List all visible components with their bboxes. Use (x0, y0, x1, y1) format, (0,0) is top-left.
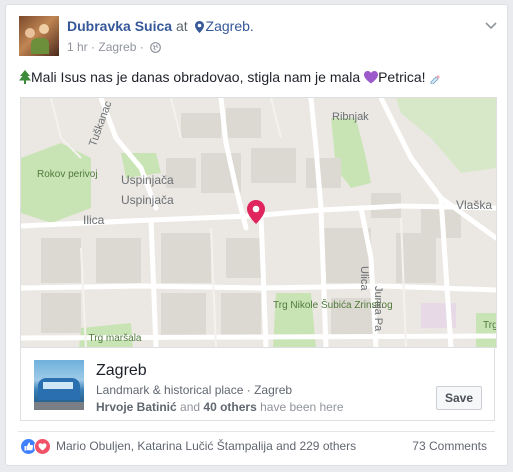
map-label-vlaska: Vlaška u (456, 198, 496, 212)
map-label-ilica: Ilica (83, 213, 105, 227)
map-label-rokov-perivoj: Rokov perivoj (37, 169, 98, 180)
post-message-text: Mali Isus nas je danas obradovao, stigla… (31, 69, 361, 85)
post-meta: 1 hr · Zagreb · (67, 40, 161, 56)
map-label-ulica: Ulica (358, 266, 370, 291)
author-name[interactable]: Dubravka Suica (67, 18, 172, 34)
purple-heart-icon (364, 71, 379, 87)
christmas-tree-icon (19, 70, 31, 87)
place-name[interactable]: Zagreb (96, 362, 147, 380)
divider (18, 431, 495, 432)
place-card[interactable]: Zagreb Landmark & historical place · Zag… (20, 347, 495, 421)
map-label-uspinjaca-2: Uspinjača (121, 193, 174, 207)
chevron-down-icon[interactable] (485, 17, 497, 35)
visitor-suffix: have been here (260, 400, 344, 414)
map-label-junija: Junija Pa (372, 286, 384, 332)
author-avatar[interactable] (19, 16, 59, 56)
post-message-name: Petrica! (378, 69, 426, 85)
baby-bottle-icon (429, 71, 441, 87)
place-type: Landmark & historical place · Zagreb (96, 383, 293, 397)
place-thumbnail[interactable] (34, 360, 84, 410)
visitor-name[interactable]: Hrvoje Batinić (96, 400, 177, 414)
visitor-others[interactable]: 40 others (203, 400, 256, 414)
at-text: at (175, 18, 188, 34)
checkin-location-link[interactable]: Zagreb. (206, 18, 254, 34)
location-pin-icon (194, 20, 204, 36)
reactors-text[interactable]: Mario Obuljen, Katarina Lučić Štampalija… (56, 439, 356, 453)
comments-count[interactable]: 73 Comments (412, 439, 487, 453)
map-label-trg-marsala: Trg maršala (88, 333, 142, 344)
meta-separator: · (91, 40, 96, 54)
map-label-uspinjaca-1: Uspinjača (121, 173, 174, 187)
visitor-and: and (180, 400, 201, 414)
save-button[interactable]: Save (436, 386, 482, 410)
map-label-ribnjak: Ribnjak (332, 111, 369, 123)
post-header: Dubravka Suica at Zagreb. (67, 18, 254, 36)
post-time[interactable]: 1 hr (67, 40, 88, 54)
post-card: Dubravka Suica at Zagreb. 1 hr · Zagreb … (5, 4, 508, 466)
meta-location[interactable]: Zagreb (98, 40, 136, 54)
map-label-trg-right: Trg (483, 320, 497, 331)
meta-separator-2: · (139, 40, 144, 54)
location-map[interactable]: Tuškanac Ribnjak Rokov perivoj Uspinjača… (20, 97, 497, 348)
globe-icon[interactable] (150, 42, 161, 56)
post-message: Mali Isus nas je danas obradovao, stigla… (19, 69, 441, 87)
map-label-trg-nikole: Trg Nikole Šubića Zrinskog (273, 300, 393, 311)
place-visitors: Hrvoje Batinić and 40 others have been h… (96, 400, 344, 414)
love-reaction-icon[interactable] (34, 438, 51, 460)
